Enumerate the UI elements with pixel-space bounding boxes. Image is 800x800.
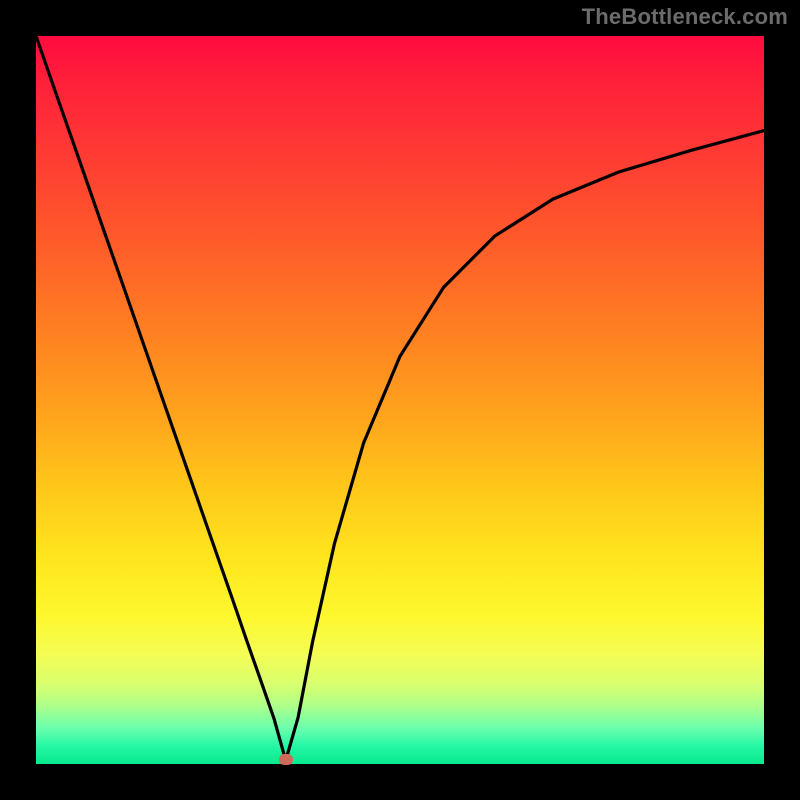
bottleneck-curve (36, 36, 764, 764)
optimal-point-marker (279, 754, 293, 765)
plot-area (36, 36, 764, 764)
watermark-label: TheBottleneck.com (582, 4, 788, 30)
chart-frame: TheBottleneck.com (0, 0, 800, 800)
